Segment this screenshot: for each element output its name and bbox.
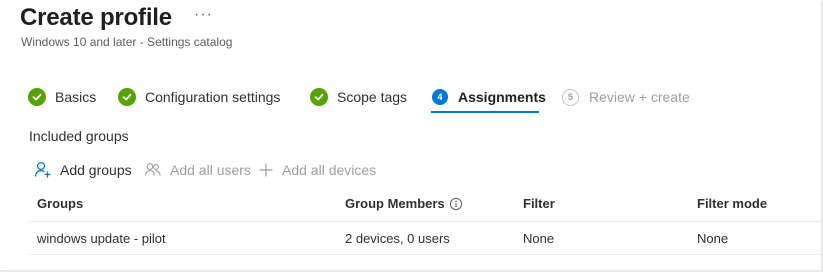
people-icon — [144, 161, 162, 179]
cell-filter-mode: None — [697, 231, 729, 246]
column-header-groups[interactable]: Groups — [37, 196, 83, 211]
more-options-button[interactable]: ··· — [194, 6, 213, 24]
step-review-create: 5 Review + create — [562, 86, 690, 108]
step-label: Basics — [55, 89, 97, 105]
section-title-included-groups: Included groups — [29, 128, 129, 144]
column-header-group-members[interactable]: Group Members — [345, 196, 463, 211]
add-all-users-button: Add all users — [144, 159, 251, 181]
plus-icon — [258, 162, 274, 178]
info-icon[interactable] — [449, 197, 463, 211]
add-all-devices-label: Add all devices — [282, 162, 377, 178]
step-configuration-settings[interactable]: Configuration settings — [118, 86, 280, 108]
checkmark-circle-icon — [310, 88, 328, 106]
page-subtitle: Windows 10 and later - Settings catalog — [21, 35, 233, 49]
cell-filter: None — [523, 231, 555, 246]
add-all-users-label: Add all users — [170, 162, 251, 178]
step-label: Scope tags — [337, 89, 408, 105]
step-label: Configuration settings — [145, 89, 281, 105]
step-assignments[interactable]: 4 Assignments — [432, 86, 546, 108]
step-number-badge: 5 — [562, 88, 579, 106]
table-header: Groups Group Members Filter Filter mode — [29, 187, 823, 222]
step-scope-tags[interactable]: Scope tags — [310, 86, 407, 108]
add-person-icon — [34, 161, 52, 179]
step-basics[interactable]: Basics — [28, 86, 96, 108]
cell-group-members: 2 devices, 0 users — [345, 231, 450, 246]
add-groups-button[interactable]: Add groups — [34, 159, 132, 181]
active-step-indicator — [431, 111, 539, 113]
column-header-filter-mode[interactable]: Filter mode — [697, 196, 767, 211]
page-title: Create profile — [20, 4, 172, 31]
step-number-badge: 4 — [432, 89, 448, 105]
checkmark-circle-icon — [28, 88, 46, 106]
column-header-filter[interactable]: Filter — [523, 196, 555, 211]
table-row[interactable]: windows update - pilot 2 devices, 0 user… — [29, 222, 823, 255]
checkmark-circle-icon — [118, 88, 136, 106]
cell-group-name: windows update - pilot — [37, 231, 166, 246]
add-all-devices-button: Add all devices — [258, 159, 376, 181]
add-groups-label: Add groups — [60, 162, 132, 178]
step-label: Assignments — [458, 89, 546, 105]
step-label: Review + create — [589, 89, 690, 105]
groups-table: Groups Group Members Filter Filter mode … — [29, 187, 823, 255]
column-header-label: Group Members — [345, 196, 445, 211]
